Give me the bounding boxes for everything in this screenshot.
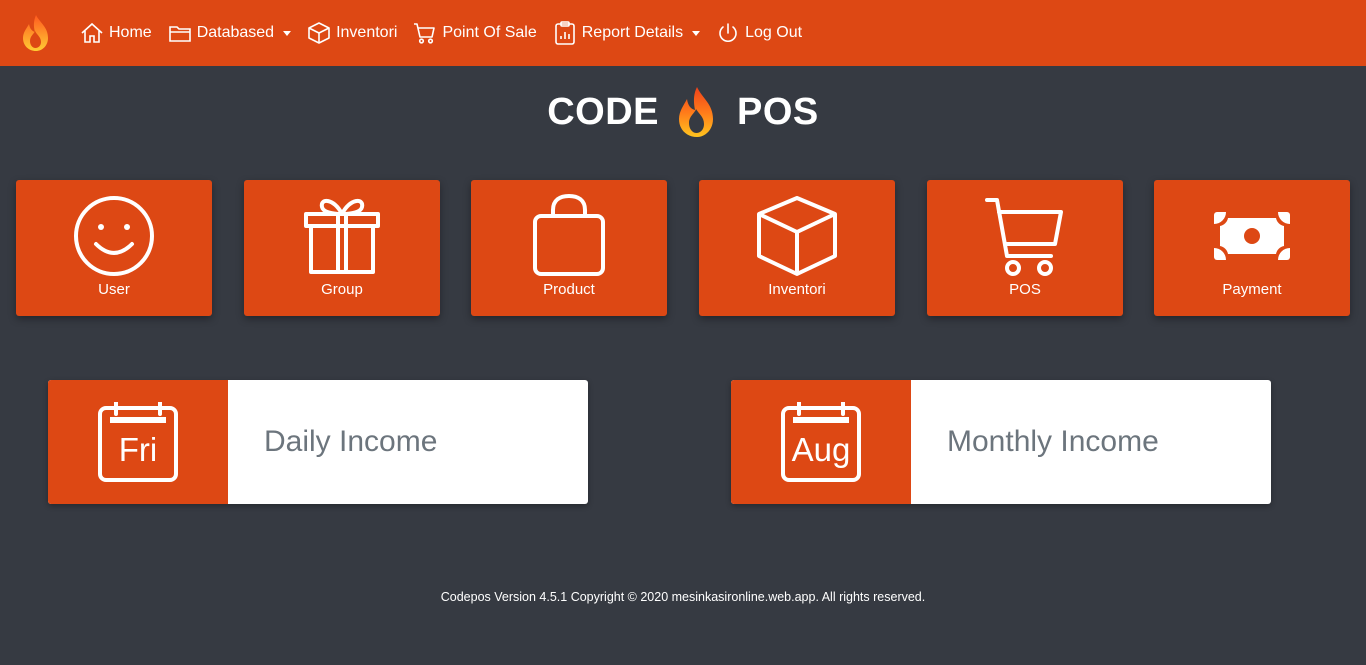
clipboard-chart-icon	[554, 21, 575, 45]
money-icon	[1214, 212, 1290, 260]
home-icon	[81, 22, 103, 43]
tile-payment[interactable]: Payment	[1154, 180, 1350, 316]
monthly-income-label: Monthly Income	[947, 425, 1159, 458]
tile-user[interactable]: User	[16, 180, 212, 316]
daily-income-label: Daily Income	[264, 425, 438, 458]
nav-inventori-label: Inventori	[336, 24, 398, 41]
daily-income-card[interactable]: Fri Daily Income	[48, 380, 588, 504]
box-icon	[308, 22, 330, 44]
nav-log-out-label: Log Out	[745, 24, 803, 41]
top-navbar: Home Databased Inventori Point Of Sale R…	[0, 0, 1366, 66]
tile-product[interactable]: Product	[471, 180, 667, 316]
nav-home[interactable]: Home	[80, 22, 152, 44]
tile-payment-label: Payment	[1222, 281, 1282, 298]
shopping-bag-icon	[533, 194, 605, 276]
tile-group[interactable]: Group	[244, 180, 440, 316]
tile-user-label: User	[98, 281, 130, 298]
calendar-icon: Fri	[98, 402, 178, 482]
gift-icon	[304, 199, 380, 274]
chevron-down-icon	[283, 30, 292, 36]
tile-pos[interactable]: POS	[927, 180, 1123, 316]
calendar-month-text: Aug	[791, 431, 851, 468]
nav-point-of-sale[interactable]: Point Of Sale	[413, 21, 537, 45]
monthly-income-card[interactable]: Aug Monthly Income	[731, 380, 1271, 504]
folder-icon	[168, 26, 191, 42]
box-icon	[757, 196, 837, 276]
nav-log-out[interactable]: Log Out	[716, 21, 802, 45]
nav-point-of-sale-label: Point Of Sale	[442, 24, 537, 41]
calendar-icon: Aug	[781, 402, 861, 482]
nav-report-details-label: Report Details	[581, 24, 684, 41]
chevron-down-icon	[692, 30, 701, 36]
tile-inventori[interactable]: Inventori	[699, 180, 895, 316]
flame-logo-icon[interactable]	[18, 13, 54, 53]
flame-logo-icon	[673, 85, 721, 139]
smiley-icon	[74, 196, 154, 276]
nav-report-details-dropdown[interactable]: Report Details	[553, 21, 701, 45]
tile-product-label: Product	[543, 281, 595, 298]
nav-databased-dropdown[interactable]: Databased	[168, 22, 292, 44]
tile-pos-label: POS	[1009, 281, 1041, 298]
calendar-day-text: Fri	[118, 431, 158, 468]
nav-databased-label: Databased	[196, 24, 275, 41]
tile-group-label: Group	[321, 281, 363, 298]
cart-icon	[414, 23, 436, 44]
nav-home-label: Home	[109, 24, 152, 41]
power-icon	[719, 23, 737, 42]
cart-icon	[985, 198, 1063, 276]
title-pos: POS	[737, 90, 819, 133]
tile-inventori-label: Inventori	[768, 281, 826, 298]
nav-inventori[interactable]: Inventori	[307, 21, 397, 45]
page-title: CODE POS	[0, 84, 1366, 140]
footer-copyright: Codepos Version 4.5.1 Copyright © 2020 m…	[440, 590, 926, 604]
title-code: CODE	[547, 90, 660, 133]
